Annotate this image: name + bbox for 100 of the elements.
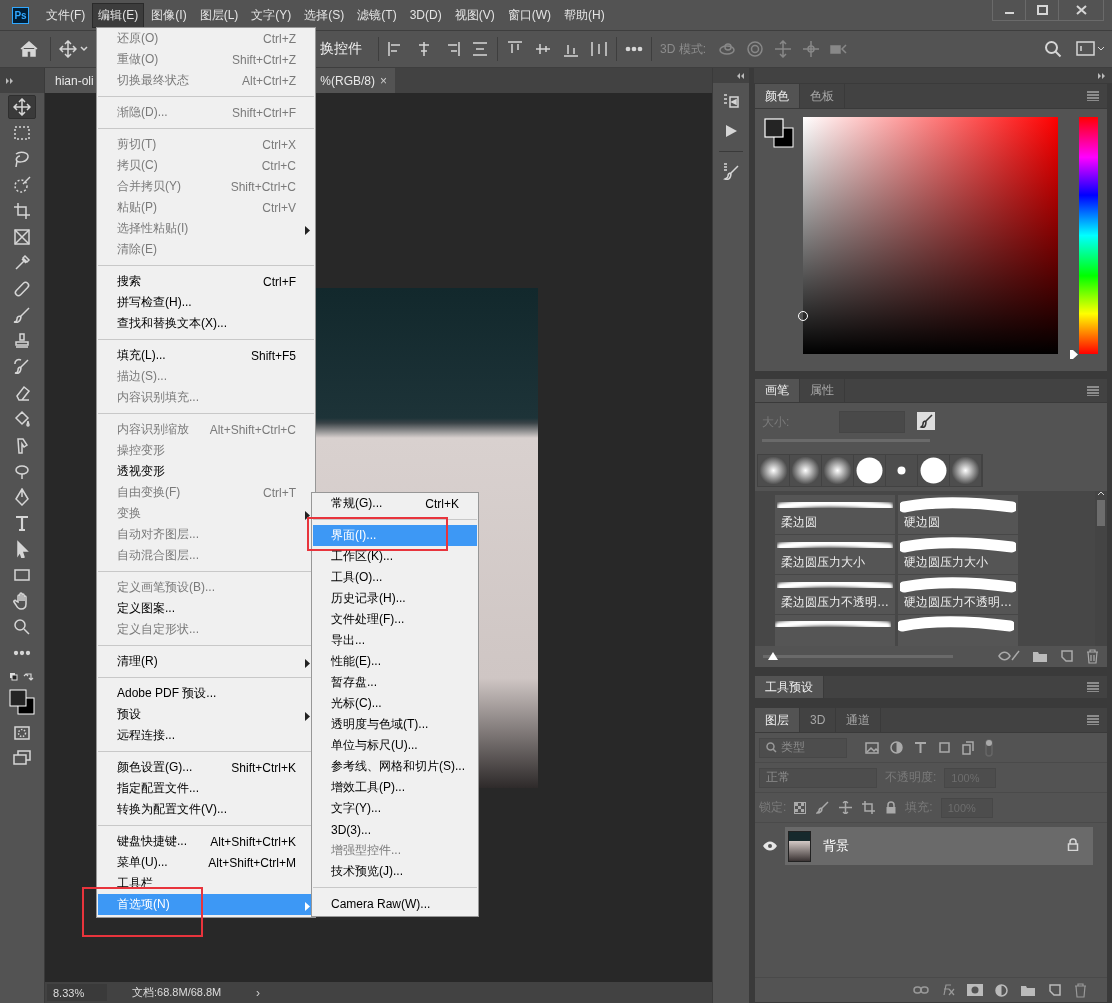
menu-item[interactable]: 光标(C)... [313, 693, 477, 714]
brush-preset[interactable]: 硬边圆压力不透明… [898, 574, 1018, 614]
brush-tip-swatch[interactable] [886, 454, 917, 486]
menu-bar-item[interactable]: 窗口(W) [501, 2, 557, 28]
menu-item[interactable]: 指定配置文件... [98, 778, 314, 799]
move-icon[interactable] [839, 801, 853, 814]
brush-tip-swatch[interactable] [822, 454, 853, 486]
menu-bar-item[interactable]: 文字(Y) [245, 2, 298, 28]
menu-item[interactable]: 转换为配置文件(V)... [98, 799, 314, 820]
menu-item[interactable]: 拼写检查(H)... [98, 292, 314, 313]
close-button[interactable]: × [375, 73, 387, 88]
effects-icon[interactable] [941, 984, 955, 996]
scroll-thumb[interactable] [1097, 499, 1105, 526]
menu-item[interactable]: 远程连接... [98, 725, 314, 746]
menu-item[interactable]: 参考线、网格和切片(S)... [313, 756, 477, 777]
collapse-icon[interactable] [737, 72, 745, 79]
ellipsis-icon[interactable] [625, 46, 643, 52]
menu-item[interactable]: 暂存盘... [313, 672, 477, 693]
expand-icon[interactable] [6, 77, 14, 84]
image-filter-icon[interactable] [865, 741, 879, 754]
distribute-icon[interactable] [590, 40, 608, 58]
brush-settings-icon[interactable] [917, 411, 936, 430]
brush-preset[interactable]: 柔边圆压力大小 [775, 534, 895, 574]
brush-tip-swatch[interactable] [918, 454, 949, 486]
menu-item[interactable]: 颜色设置(G)... Shift+Ctrl+K [98, 757, 314, 778]
expand-button[interactable]: › [252, 985, 264, 1000]
brush-preset[interactable]: 柔边圆压力不透明… [775, 574, 895, 614]
smart-object-filter-icon[interactable] [962, 740, 974, 755]
lock-icon[interactable] [1067, 838, 1079, 851]
panel-tab[interactable]: 色板 [800, 84, 845, 108]
eye-icon[interactable] [762, 841, 778, 851]
menu-item[interactable]: 预设 [98, 704, 314, 725]
folder-icon[interactable] [1032, 649, 1048, 663]
menu-item[interactable]: 透明度与色域(T)... [313, 714, 477, 735]
panel-menu-icon[interactable] [1087, 385, 1099, 396]
menu-bar-item[interactable]: 编辑(E) [92, 2, 145, 28]
menu-item[interactable]: 工具(O)... [313, 567, 477, 588]
color-swatches-icon[interactable] [8, 688, 36, 716]
brush-tip-swatch[interactable] [790, 454, 821, 486]
menu-item[interactable]: 键盘快捷键... Alt+Shift+Ctrl+K [98, 831, 314, 852]
menu-item[interactable]: Adobe PDF 预设... [98, 683, 314, 704]
menu-item[interactable]: 导出... [313, 630, 477, 651]
eye-brush-icon[interactable] [998, 650, 1020, 663]
menu-item[interactable]: 工作区(K)... [313, 546, 477, 567]
brush-preset[interactable]: 柔边圆 [775, 494, 895, 534]
play-icon[interactable] [724, 124, 738, 138]
checkerboard-icon[interactable] [794, 801, 807, 814]
menu-item[interactable]: 技术预览(J)... [313, 861, 477, 882]
expand-icon[interactable] [1098, 72, 1106, 79]
menu-item[interactable]: Camera Raw(W)... [313, 893, 477, 914]
brush-preset[interactable]: 硬边圆 [898, 494, 1018, 534]
new-page-icon[interactable] [1060, 649, 1074, 664]
mask-icon[interactable] [967, 984, 983, 996]
new-page-icon[interactable] [1048, 983, 1062, 997]
crop-icon[interactable] [862, 801, 876, 814]
align-icon[interactable] [471, 40, 489, 58]
panel-menu-icon[interactable] [1087, 682, 1099, 692]
move-icon[interactable] [59, 40, 77, 58]
search-icon[interactable] [1044, 40, 1062, 58]
filter-toggle-icon[interactable] [985, 738, 993, 757]
brush-tip-swatch[interactable] [854, 454, 885, 486]
zoom-field[interactable]: 8.33% [47, 984, 107, 1001]
menu-item[interactable]: 透视变形 [98, 461, 314, 482]
panel-tab[interactable]: 工具预设 [755, 676, 824, 698]
brush-settings-icon[interactable] [722, 162, 740, 180]
menu-item[interactable]: 历史记录(H)... [313, 588, 477, 609]
link-icon[interactable] [913, 985, 929, 995]
color-field[interactable] [803, 117, 1058, 354]
menu-bar-item[interactable]: 图层(L) [193, 2, 245, 28]
menu-bar-item[interactable]: 选择(S) [298, 2, 351, 28]
menu-item[interactable]: 常规(G)... Ctrl+K [313, 493, 477, 514]
quick-mask-icon[interactable] [13, 725, 31, 741]
menu-item[interactable]: 清理(R) [98, 651, 314, 672]
panel-tab[interactable]: 颜色 [755, 84, 800, 108]
trash-icon[interactable] [1086, 648, 1099, 664]
history-icon[interactable] [722, 93, 740, 111]
home-icon[interactable] [20, 41, 38, 57]
maximize-icon[interactable] [1036, 5, 1048, 15]
lock-icon[interactable] [885, 801, 898, 814]
panel-tab[interactable]: 图层 [755, 708, 800, 732]
hue-thumb-icon[interactable] [1070, 350, 1078, 359]
screen-mode-icon[interactable] [13, 750, 31, 766]
menu-item[interactable]: 文字(Y)... [313, 798, 477, 819]
menu-item[interactable]: 填充(L)... Shift+F5 [98, 345, 314, 366]
menu-bar-item[interactable]: 图像(I) [145, 2, 193, 28]
close-icon[interactable] [1075, 5, 1087, 15]
menu-item[interactable]: 定义图案... [98, 598, 314, 619]
panel-menu-icon[interactable] [1087, 91, 1099, 101]
trash-icon[interactable] [1074, 982, 1087, 998]
tool-button[interactable] [8, 95, 36, 119]
menu-item[interactable]: 文件处理(F)... [313, 609, 477, 630]
brush-tip-swatch[interactable] [758, 454, 789, 486]
type-filter-icon[interactable] [914, 741, 927, 754]
brush-tip-swatch[interactable] [950, 454, 981, 486]
workspace-icon[interactable] [1076, 41, 1104, 57]
caret-up-icon[interactable] [1097, 490, 1105, 496]
caret-icon[interactable] [80, 46, 88, 52]
brush-icon[interactable] [816, 801, 830, 814]
menu-item[interactable]: 3D(3)... [313, 819, 477, 840]
shape-filter-icon[interactable] [938, 741, 951, 754]
